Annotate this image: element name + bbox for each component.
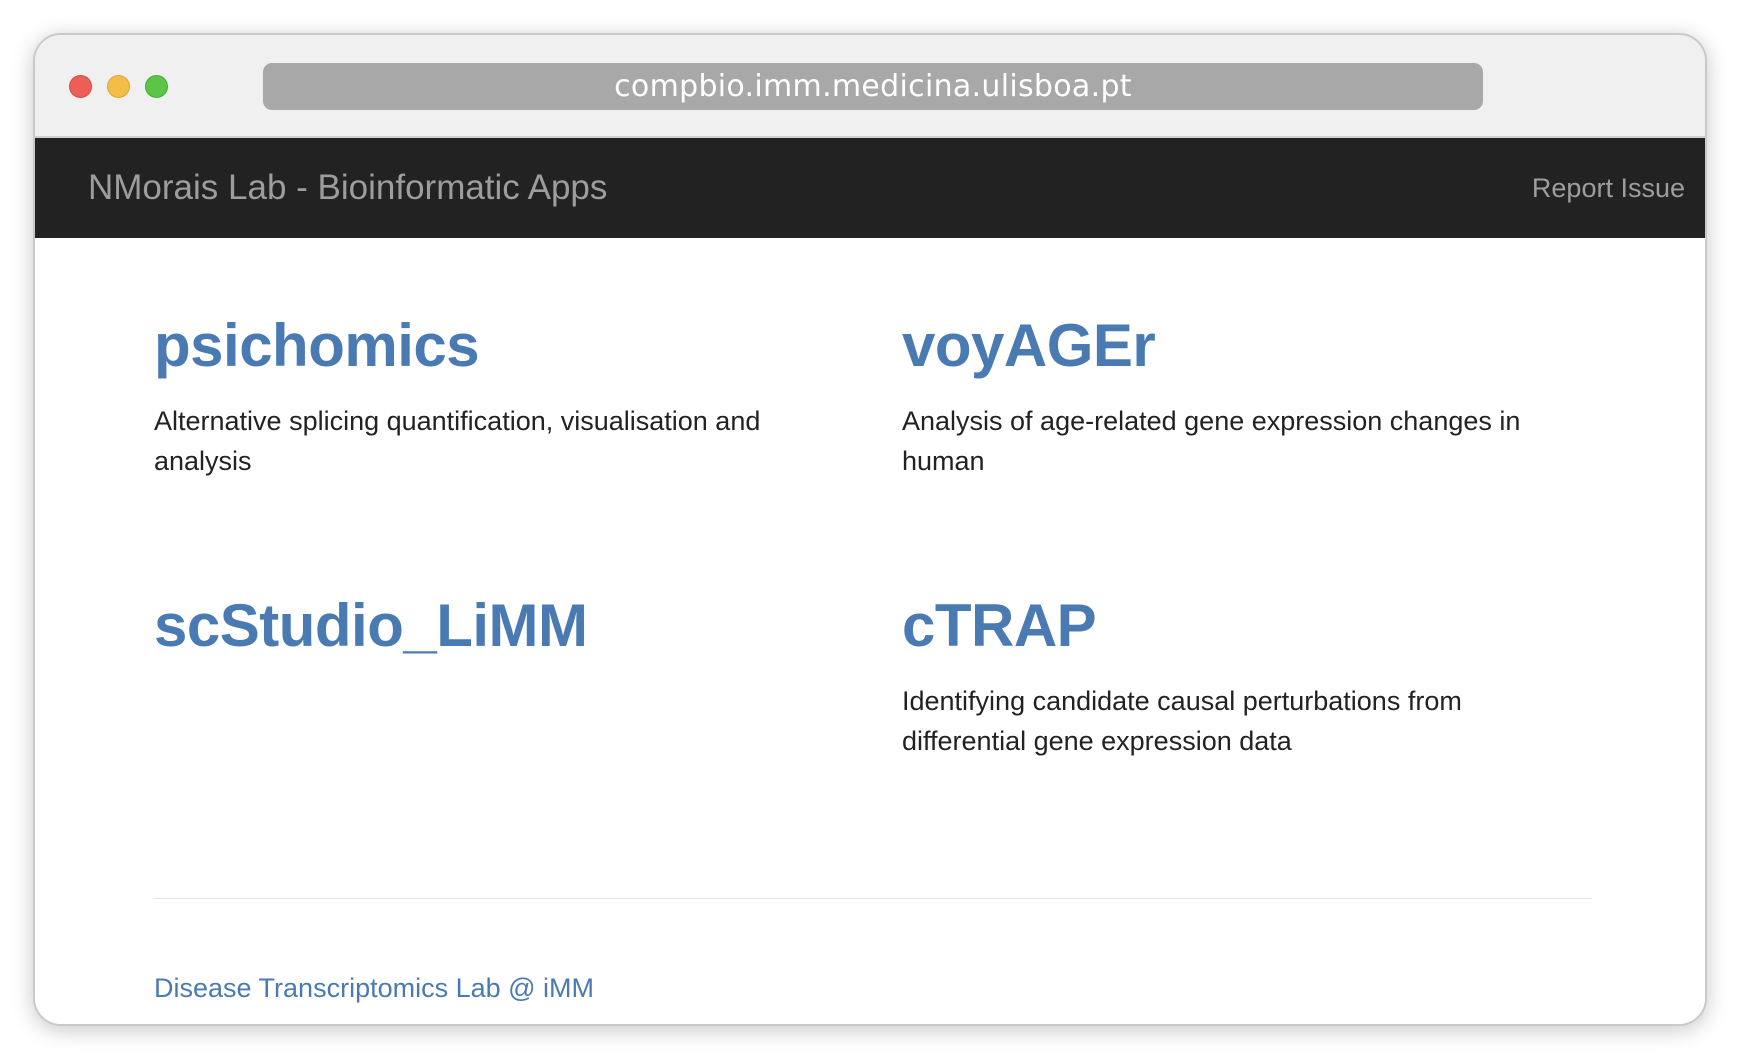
app-title-link[interactable]: voyAGEr: [902, 313, 1582, 379]
report-issue-link[interactable]: Report Issue: [1532, 138, 1685, 238]
app-description: Analysis of age-related gene expression …: [902, 406, 1521, 476]
minimize-window-icon[interactable]: [107, 75, 130, 98]
app-card-scstudio: scStudio_LiMM: [154, 593, 834, 681]
close-window-icon[interactable]: [69, 75, 92, 98]
app-title-link[interactable]: scStudio_LiMM: [154, 593, 834, 659]
navbar-brand-link[interactable]: NMorais Lab - Bioinformatic Apps: [88, 138, 607, 238]
footer-lab-link[interactable]: Disease Transcriptomics Lab @ iMM: [154, 973, 594, 1004]
app-card-ctrap: cTRAP Identifying candidate causal pertu…: [902, 593, 1582, 761]
app-description: Identifying candidate causal perturbatio…: [902, 686, 1462, 756]
browser-window: compbio.imm.medicina.ulisboa.pt NMorais …: [33, 33, 1707, 1026]
footer-divider: [154, 898, 1592, 899]
app-description: Alternative splicing quantification, vis…: [154, 406, 761, 476]
app-title-link[interactable]: cTRAP: [902, 593, 1582, 659]
app-card-psichomics: psichomics Alternative splicing quantifi…: [154, 313, 834, 481]
app-card-voyager: voyAGEr Analysis of age-related gene exp…: [902, 313, 1582, 481]
browser-titlebar: compbio.imm.medicina.ulisboa.pt: [35, 35, 1705, 138]
maximize-window-icon[interactable]: [145, 75, 168, 98]
address-bar[interactable]: compbio.imm.medicina.ulisboa.pt: [263, 63, 1483, 110]
top-navbar: NMorais Lab - Bioinformatic Apps Report …: [35, 138, 1705, 238]
app-title-link[interactable]: psichomics: [154, 313, 834, 379]
main-content: psichomics Alternative splicing quantifi…: [35, 238, 1705, 1024]
